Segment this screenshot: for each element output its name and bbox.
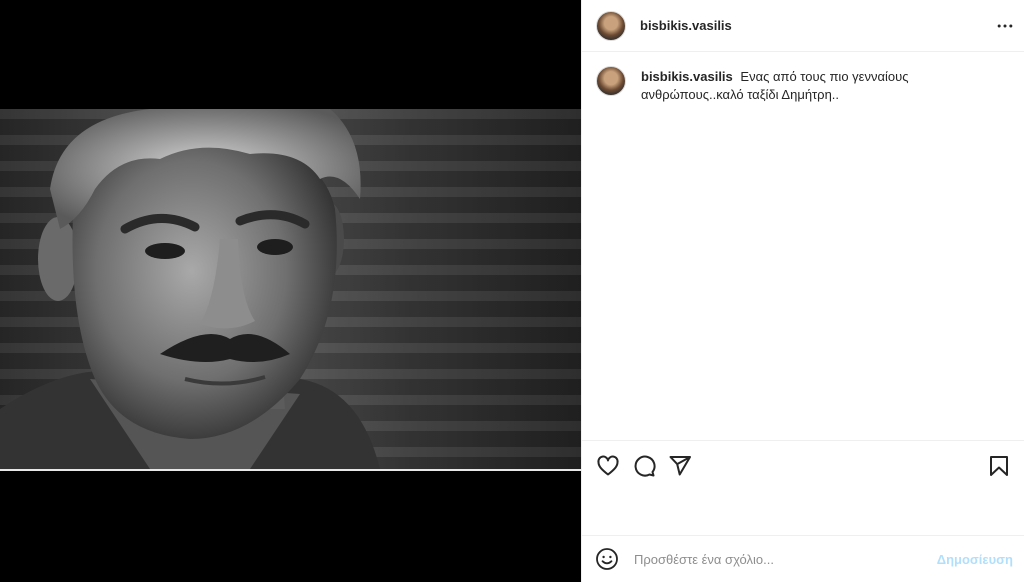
share-icon (669, 455, 691, 475)
post-photo[interactable] (0, 109, 581, 469)
caption-text: bisbikis.vasilis Ενας από τους πιο γεννα… (641, 66, 1011, 104)
caption-avatar[interactable] (596, 66, 626, 96)
heart-icon (597, 455, 619, 475)
bookmark-icon (990, 455, 1008, 476)
post-side-panel: bisbikis.vasilis bisbikis.vasilis Ενας α… (581, 0, 1024, 582)
media-divider (0, 469, 581, 471)
portrait-illustration (0, 109, 380, 469)
comment-input[interactable] (634, 551, 929, 567)
post-comment-button[interactable]: Δημοσίευση (937, 552, 1013, 567)
action-bar (582, 440, 1024, 490)
post-caption: bisbikis.vasilis Ενας από τους πιο γεννα… (596, 66, 1011, 104)
user-avatar[interactable] (596, 10, 626, 41)
share-button[interactable] (662, 446, 698, 486)
emoji-button[interactable] (594, 539, 620, 579)
more-horizontal-icon (997, 24, 1013, 27)
post-header: bisbikis.vasilis (582, 0, 1024, 52)
emoji-icon (596, 548, 618, 570)
post-media (0, 0, 581, 582)
like-button[interactable] (590, 446, 626, 486)
comment-bar: Δημοσίευση (582, 535, 1024, 582)
save-button[interactable] (981, 446, 1017, 486)
more-options-button[interactable] (989, 10, 1021, 42)
caption-username[interactable]: bisbikis.vasilis (641, 69, 733, 84)
header-username[interactable]: bisbikis.vasilis (640, 18, 989, 33)
comment-icon (634, 455, 656, 477)
comment-button[interactable] (626, 446, 662, 486)
